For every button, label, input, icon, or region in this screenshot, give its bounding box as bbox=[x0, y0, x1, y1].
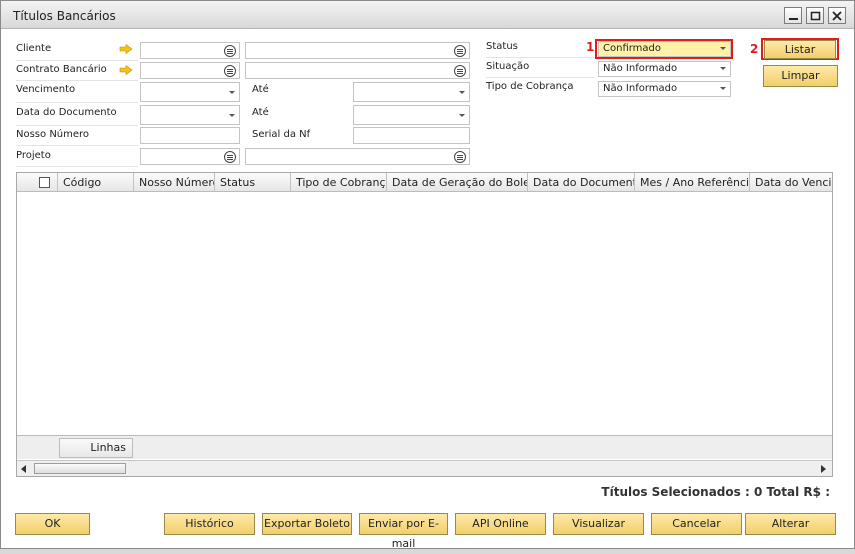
chevron-down-icon[interactable] bbox=[229, 114, 235, 117]
row-separator bbox=[16, 60, 138, 61]
chevron-down-icon[interactable] bbox=[229, 91, 235, 94]
limpar-button[interactable]: Limpar bbox=[763, 65, 838, 87]
projeto-code-field[interactable] bbox=[140, 148, 240, 165]
vencimento-to-field[interactable] bbox=[353, 82, 470, 102]
nosso-numero-label: Nosso Número bbox=[16, 129, 90, 140]
cancelar-button[interactable]: Cancelar bbox=[651, 513, 742, 535]
nosso-numero-field[interactable] bbox=[140, 127, 240, 144]
minimize-button[interactable] bbox=[784, 7, 802, 24]
tipo-cobranca-select[interactable]: Não Informado bbox=[598, 81, 731, 97]
cliente-name-field[interactable] bbox=[245, 42, 470, 59]
close-button[interactable] bbox=[828, 7, 846, 24]
ok-button[interactable]: OK bbox=[15, 513, 90, 535]
listar-button[interactable]: Listar bbox=[764, 40, 836, 59]
api-online-button[interactable]: API Online bbox=[455, 513, 546, 535]
serial-nf-label: Serial da Nf bbox=[252, 129, 311, 140]
grid-header: Código Nosso Número Status Tipo de Cobra… bbox=[17, 173, 832, 192]
grid-footer: Linhas bbox=[17, 435, 832, 459]
chevron-down-icon[interactable] bbox=[459, 91, 465, 94]
scroll-right-icon[interactable] bbox=[821, 465, 826, 473]
cliente-label: Cliente bbox=[16, 43, 52, 54]
historico-button[interactable]: Histórico bbox=[164, 513, 255, 535]
alterar-button[interactable]: Alterar bbox=[745, 513, 836, 535]
vencimento-from-field[interactable] bbox=[140, 82, 240, 102]
serial-nf-field[interactable] bbox=[353, 127, 470, 144]
data-documento-label: Data do Documento bbox=[16, 107, 117, 118]
chevron-down-icon[interactable] bbox=[720, 67, 726, 70]
column-header[interactable]: Tipo de Cobrança bbox=[290, 173, 386, 191]
enviar-email-button[interactable]: Enviar por E-mail bbox=[359, 513, 448, 550]
title-bar: Títulos Bancários bbox=[1, 1, 854, 29]
scroll-thumb[interactable] bbox=[34, 463, 126, 474]
status-select[interactable]: Confirmado bbox=[598, 41, 731, 57]
choose-list-icon[interactable] bbox=[224, 45, 236, 57]
choose-list-icon[interactable] bbox=[224, 65, 236, 77]
row-separator bbox=[486, 77, 594, 78]
data-documento-from-field[interactable] bbox=[140, 105, 240, 125]
column-header[interactable]: Nosso Número bbox=[133, 173, 214, 191]
annotation-marker-1: 1 bbox=[586, 40, 595, 54]
vencimento-label: Vencimento bbox=[16, 84, 76, 95]
column-header[interactable]: Código bbox=[57, 173, 133, 191]
titulos-grid: Código Nosso Número Status Tipo de Cobra… bbox=[16, 172, 833, 477]
window-title: Títulos Bancários bbox=[13, 9, 116, 23]
row-separator bbox=[16, 166, 138, 167]
column-header[interactable]: Mes / Ano Referência bbox=[634, 173, 749, 191]
row-separator bbox=[16, 145, 138, 146]
row-separator bbox=[16, 80, 138, 81]
row-separator bbox=[16, 102, 138, 103]
column-header[interactable]: Data do Documento bbox=[527, 173, 634, 191]
choose-list-icon[interactable] bbox=[454, 151, 466, 163]
choose-list-icon[interactable] bbox=[454, 65, 466, 77]
chevron-down-icon[interactable] bbox=[459, 114, 465, 117]
tipo-cobranca-label: Tipo de Cobrança bbox=[486, 81, 574, 92]
projeto-label: Projeto bbox=[16, 150, 51, 161]
maximize-button[interactable] bbox=[806, 7, 824, 24]
cliente-code-field[interactable] bbox=[140, 42, 240, 59]
projeto-name-field[interactable] bbox=[245, 148, 470, 165]
scroll-left-icon[interactable] bbox=[21, 465, 26, 473]
titulos-selecionados-summary: Títulos Selecionados : 0 Total R$ : bbox=[601, 485, 830, 499]
contrato-name-field[interactable] bbox=[245, 62, 470, 79]
close-icon bbox=[832, 11, 842, 21]
contrato-label: Contrato Bancário bbox=[16, 64, 107, 75]
status-label: Status bbox=[486, 41, 518, 52]
horizontal-scrollbar[interactable] bbox=[17, 460, 832, 476]
contrato-code-field[interactable] bbox=[140, 62, 240, 79]
linhas-footer-cell: Linhas bbox=[59, 438, 133, 458]
situacao-select[interactable]: Não Informado bbox=[598, 61, 731, 77]
link-arrow-icon[interactable] bbox=[119, 65, 133, 75]
chevron-down-icon[interactable] bbox=[720, 87, 726, 90]
choose-list-icon[interactable] bbox=[224, 151, 236, 163]
maximize-icon bbox=[810, 11, 821, 21]
vencimento-ate-label: Até bbox=[252, 84, 269, 95]
choose-list-icon[interactable] bbox=[454, 45, 466, 57]
column-header[interactable]: Data do Vencime bbox=[749, 173, 832, 191]
row-separator bbox=[16, 125, 138, 126]
annotation-marker-2: 2 bbox=[750, 42, 759, 56]
data-documento-ate-label: Até bbox=[252, 107, 269, 118]
column-header[interactable]: Data de Geração do Boleto bbox=[386, 173, 527, 191]
select-all-checkbox[interactable] bbox=[39, 177, 50, 188]
minimize-icon bbox=[789, 18, 798, 20]
titulos-bancarios-window: Títulos Bancários Cliente Contrato Bancá… bbox=[0, 0, 855, 550]
data-documento-to-field[interactable] bbox=[353, 105, 470, 125]
chevron-down-icon[interactable] bbox=[720, 47, 726, 50]
situacao-label: Situação bbox=[486, 61, 530, 72]
column-header[interactable]: Status bbox=[214, 173, 290, 191]
visualizar-button[interactable]: Visualizar bbox=[553, 513, 644, 535]
link-arrow-icon[interactable] bbox=[119, 44, 133, 54]
row-separator bbox=[486, 57, 594, 58]
exportar-boleto-button[interactable]: Exportar Boleto bbox=[262, 513, 352, 535]
